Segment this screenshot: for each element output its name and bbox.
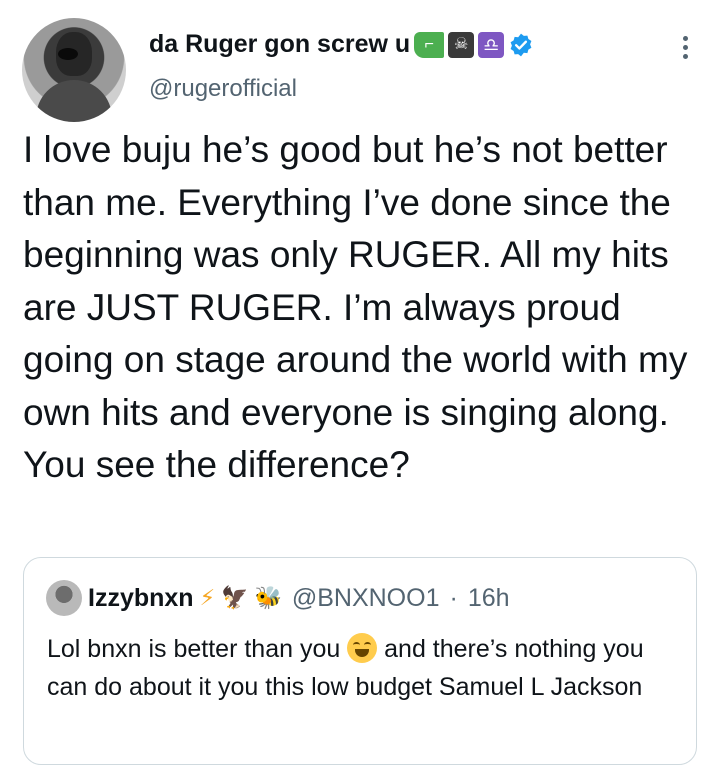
verified-badge-icon	[510, 33, 532, 56]
quoted-author-name[interactable]: Izzybnxn	[88, 584, 194, 613]
more-options-icon[interactable]	[683, 36, 688, 59]
quoted-tweet-time[interactable]: 16h	[468, 584, 510, 613]
separator-dot: ·	[449, 583, 458, 612]
author-name-row[interactable]: da Ruger gon screw u ⌐ ☠ ♎	[149, 30, 534, 59]
skull-crossbones-icon: ☠	[448, 31, 475, 58]
quoted-text-part-1: Lol bnxn is better than you	[47, 635, 348, 663]
quoted-author-avatar[interactable]	[46, 580, 82, 616]
author-avatar[interactable]	[22, 18, 126, 122]
tweet-text: I love buju he’s good but he’s not bette…	[23, 129, 688, 485]
bee-icon: 🐝	[254, 585, 282, 610]
face-with-tears-of-joy-icon	[347, 633, 378, 663]
eagle-icon: 🦅	[221, 585, 249, 610]
high-voltage-icon: ⚡	[199, 585, 216, 610]
quoted-tweet[interactable]: Izzybnxn ⚡ 🦅 🐝 @BNXNOO1 · 16h Lol bnxn i…	[23, 557, 697, 765]
quoted-tweet-text: Lol bnxn is better than you and there’s …	[47, 630, 677, 706]
quoted-tweet-header: Izzybnxn ⚡ 🦅 🐝 @BNXNOO1 · 16h	[46, 580, 510, 616]
libra-icon: ♎	[478, 31, 505, 58]
water-pistol-icon: ⌐	[414, 31, 445, 58]
author-handle[interactable]: @rugerofficial	[149, 75, 297, 103]
author-display-name[interactable]: da Ruger gon screw u	[149, 30, 410, 59]
quoted-author-handle[interactable]: @BNXNOO1	[292, 584, 440, 613]
